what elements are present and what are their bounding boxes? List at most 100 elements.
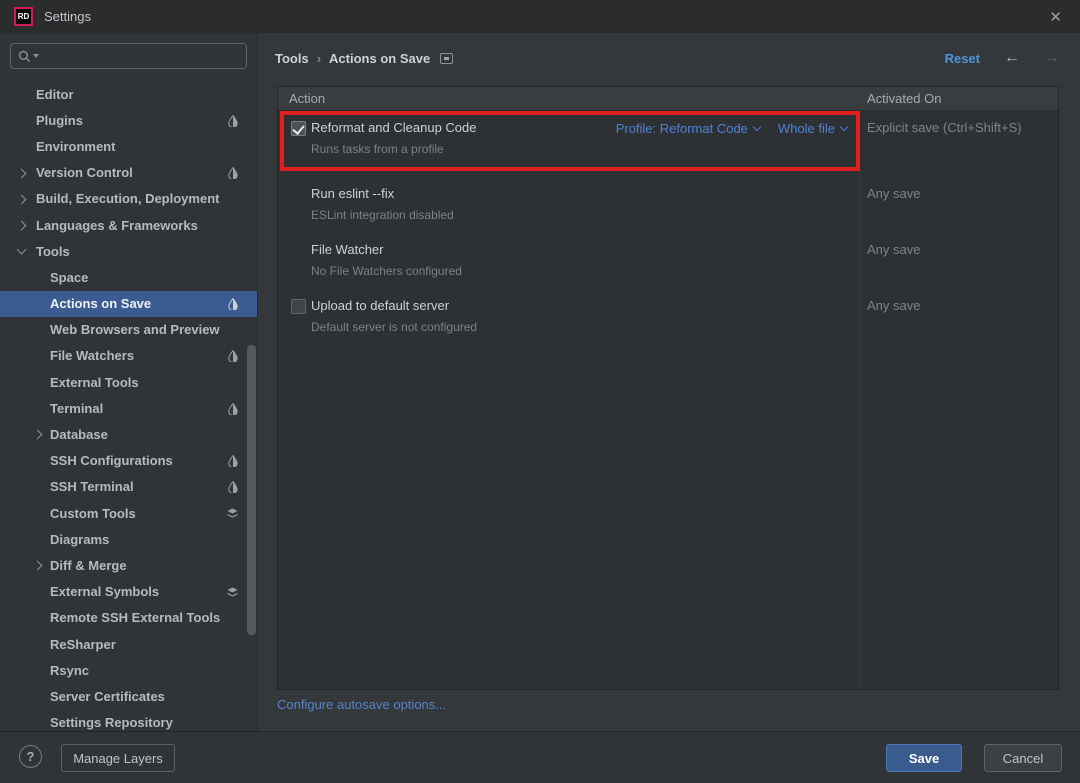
upload-checkbox[interactable]: [291, 299, 306, 314]
layer-modified-icon: [227, 350, 238, 363]
action-titles: Run eslint --fix ESLint integration disa…: [311, 186, 847, 223]
layer-modified-icon: [227, 167, 238, 180]
action-titles: Reformat and Cleanup Code Runs tasks fro…: [311, 120, 616, 157]
rider-logo-icon: RD: [14, 7, 33, 26]
sidebar-item-ssh-configurations[interactable]: SSH Configurations: [0, 448, 258, 474]
sidebar-item-settings-repository[interactable]: Settings Repository: [0, 710, 258, 732]
expand-chevron-icon[interactable]: [17, 220, 27, 230]
expand-chevron-icon[interactable]: [17, 168, 27, 178]
action-title: File Watcher: [311, 242, 847, 257]
breadcrumb: Tools › Actions on Save Reset ← →: [275, 45, 1060, 71]
sidebar-item-version-control[interactable]: Version Control: [0, 160, 258, 186]
action-cell: File Watcher No File Watchers configured: [278, 233, 859, 289]
action-title: Reformat and Cleanup Code: [311, 120, 616, 135]
sidebar-item-space[interactable]: Space: [0, 264, 258, 290]
search-icon: [18, 50, 31, 63]
sidebar-item-rsync[interactable]: Rsync: [0, 657, 258, 683]
expand-chevron-icon[interactable]: [17, 194, 27, 204]
sidebar-item-external-tools[interactable]: External Tools: [0, 369, 258, 395]
cancel-button[interactable]: Cancel: [984, 744, 1062, 772]
window-title: Settings: [44, 9, 91, 24]
breadcrumb-current-page: Actions on Save: [329, 51, 430, 66]
activated-on-value: Any save: [859, 177, 1058, 233]
expand-chevron-icon[interactable]: [33, 430, 43, 440]
sidebar-item-terminal[interactable]: Terminal: [0, 395, 258, 421]
sidebar-item-plugins[interactable]: Plugins: [0, 107, 258, 133]
sidebar-item-languages-frameworks[interactable]: Languages & Frameworks: [0, 212, 258, 238]
activated-on-value: Explicit save (Ctrl+Shift+S): [859, 111, 1058, 169]
settings-content: Tools › Actions on Save Reset ← → Action…: [258, 33, 1080, 731]
sidebar-item-tools[interactable]: Tools: [0, 238, 258, 264]
sidebar-item-remote-ssh-external-tools[interactable]: Remote SSH External Tools: [0, 605, 258, 631]
page-indicator-icon: [440, 53, 453, 64]
shared-layers-icon: [227, 507, 238, 520]
back-arrow-icon[interactable]: ←: [1004, 49, 1020, 67]
reformat-checkbox[interactable]: [291, 121, 306, 136]
layer-modified-icon: [227, 455, 238, 468]
sidebar-item-resharper[interactable]: ReSharper: [0, 631, 258, 657]
shared-layers-icon: [227, 586, 238, 599]
action-titles: Upload to default server Default server …: [311, 298, 847, 335]
table-rows: Reformat and Cleanup Code Runs tasks fro…: [278, 111, 1058, 345]
table-header: Action Activated On: [278, 87, 1058, 111]
close-icon[interactable]: ✕: [1049, 8, 1062, 26]
sidebar-item-build-execution-deployment[interactable]: Build, Execution, Deployment: [0, 186, 258, 212]
save-button[interactable]: Save: [886, 744, 962, 772]
activated-on-value: Any save: [859, 233, 1058, 289]
activated-on-value: Any save: [859, 289, 1058, 345]
sidebar-item-custom-tools[interactable]: Custom Tools: [0, 500, 258, 526]
table-row-file-watcher[interactable]: File Watcher No File Watchers configured…: [278, 233, 1058, 289]
row-controls: Profile: Reformat Code Whole file: [616, 121, 847, 136]
collapse-chevron-icon[interactable]: [17, 245, 27, 255]
action-title: Run eslint --fix: [311, 186, 847, 201]
search-input[interactable]: [39, 49, 246, 64]
help-icon[interactable]: ?: [19, 745, 42, 768]
scope-dropdown[interactable]: Whole file: [778, 121, 847, 136]
table-row-run-eslint[interactable]: Run eslint --fix ESLint integration disa…: [278, 177, 1058, 233]
actions-on-save-table: Action Activated On Reformat and Cleanup…: [277, 86, 1059, 690]
title-bar: RD Settings ✕: [0, 0, 1080, 33]
sidebar-item-environment[interactable]: Environment: [0, 133, 258, 159]
sidebar-item-server-certificates[interactable]: Server Certificates: [0, 683, 258, 709]
reset-link[interactable]: Reset: [945, 51, 980, 66]
table-row-reformat-and-cleanup[interactable]: Reformat and Cleanup Code Runs tasks fro…: [278, 111, 1058, 169]
layer-modified-icon: [227, 402, 238, 415]
layer-modified-icon: [227, 298, 238, 311]
action-titles: File Watcher No File Watchers configured: [311, 242, 847, 279]
sidebar-item-diff-merge[interactable]: Diff & Merge: [0, 552, 258, 578]
sidebar-item-file-watchers[interactable]: File Watchers: [0, 343, 258, 369]
breadcrumb-separator-icon: ›: [317, 51, 321, 66]
configure-autosave-link[interactable]: Configure autosave options...: [277, 697, 446, 712]
settings-sidebar: Editor Plugins Environment Version Contr…: [0, 33, 258, 731]
settings-tree: Editor Plugins Environment Version Contr…: [0, 81, 258, 731]
forward-arrow-icon[interactable]: →: [1044, 49, 1060, 67]
sidebar-scrollbar[interactable]: [247, 345, 256, 635]
sidebar-item-external-symbols[interactable]: External Symbols: [0, 579, 258, 605]
settings-dialog: RD Settings ✕ Editor Plugins Environment…: [0, 0, 1080, 783]
sidebar-item-web-browsers-and-preview[interactable]: Web Browsers and Preview: [0, 317, 258, 343]
action-title: Upload to default server: [311, 298, 847, 313]
sidebar-item-actions-on-save[interactable]: Actions on Save: [0, 291, 258, 317]
chevron-down-icon: [840, 123, 848, 131]
action-subtitle: ESLint integration disabled: [311, 208, 847, 223]
layer-modified-icon: [227, 114, 238, 127]
profile-dropdown[interactable]: Profile: Reformat Code: [616, 121, 760, 136]
sidebar-item-database[interactable]: Database: [0, 421, 258, 447]
sidebar-item-editor[interactable]: Editor: [0, 81, 258, 107]
search-box[interactable]: [10, 43, 247, 69]
action-cell: Reformat and Cleanup Code Runs tasks fro…: [278, 111, 859, 169]
expand-chevron-icon[interactable]: [33, 561, 43, 571]
action-subtitle: Default server is not configured: [311, 320, 847, 335]
column-header-action: Action: [278, 87, 859, 110]
breadcrumb-tools[interactable]: Tools: [275, 51, 309, 66]
action-cell: Run eslint --fix ESLint integration disa…: [278, 177, 859, 233]
sidebar-item-ssh-terminal[interactable]: SSH Terminal: [0, 474, 258, 500]
action-cell: Upload to default server Default server …: [278, 289, 859, 345]
sidebar-item-diagrams[interactable]: Diagrams: [0, 526, 258, 552]
column-header-activated-on: Activated On: [859, 87, 941, 110]
layer-modified-icon: [227, 481, 238, 494]
manage-layers-button[interactable]: Manage Layers: [61, 744, 175, 772]
action-subtitle: No File Watchers configured: [311, 264, 847, 279]
action-subtitle: Runs tasks from a profile: [311, 142, 616, 157]
table-row-upload-to-default-server[interactable]: Upload to default server Default server …: [278, 289, 1058, 345]
